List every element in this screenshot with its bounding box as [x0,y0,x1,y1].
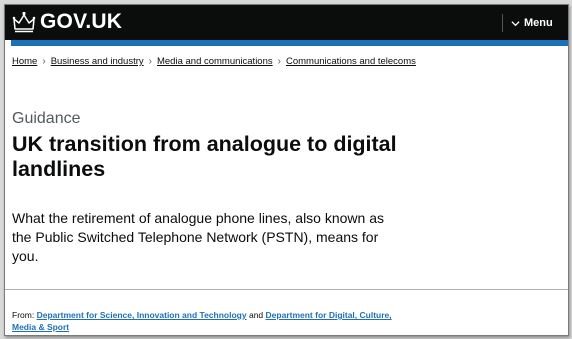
page-summary: What the retirement of analogue phone li… [12,210,385,264]
breadcrumb: Home › Business and industry › Media and… [12,56,416,67]
org-link-dsit[interactable]: Department for Science, Innovation and T… [37,310,247,320]
breadcrumb-communications-and-telecoms[interactable]: Communications and telecoms [286,56,416,67]
chevron-down-icon [511,20,520,26]
from-label: From: [12,310,35,320]
crown-icon [12,11,36,33]
header-accent-bar [11,40,568,46]
chevron-right-icon: › [277,56,281,67]
chevron-right-icon: › [148,56,152,67]
section-divider [5,289,568,290]
govuk-logo-text: GOV.UK [40,10,123,33]
menu-button[interactable]: Menu [511,14,553,32]
from-conjunction: and [248,310,264,320]
breadcrumb-home[interactable]: Home [12,56,37,67]
menu-divider [502,14,503,32]
breadcrumb-media-and-communications[interactable]: Media and communications [157,56,273,67]
site-header: GOV.UK Menu [5,5,568,40]
breadcrumb-business-and-industry[interactable]: Business and industry [51,56,144,67]
page-caption: Guidance [12,110,81,127]
menu-label: Menu [524,17,553,29]
chevron-right-icon: › [42,56,46,67]
browser-viewport: GOV.UK Menu Home › Business and industry… [4,4,569,336]
metadata-from: From: Department for Science, Innovation… [12,309,412,333]
page-title: UK transition from analogue to digital l… [12,132,397,181]
govuk-home-link[interactable]: GOV.UK [12,9,122,35]
